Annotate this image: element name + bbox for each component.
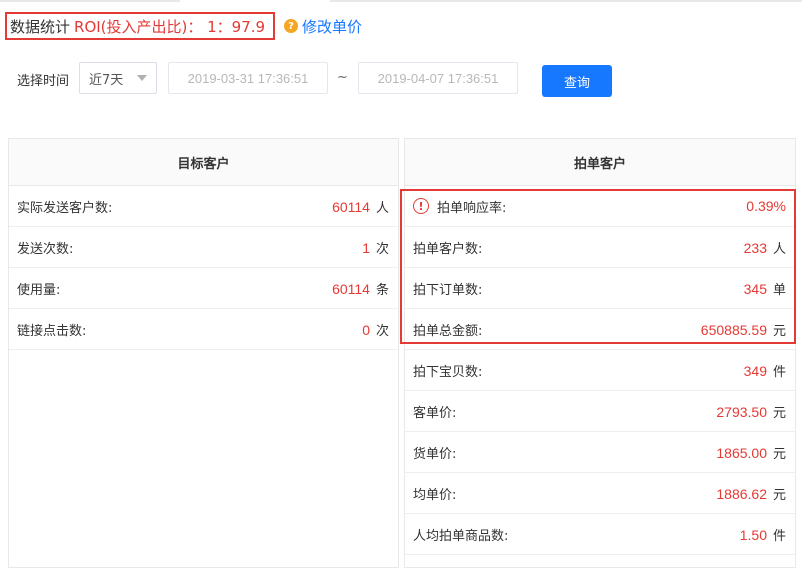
stat-row: ! 拍单响应率: 0.39% xyxy=(405,186,795,227)
panel-title: 目标客户 xyxy=(9,139,398,186)
stat-row: 拍下订单数: 345 单 xyxy=(405,268,795,309)
stat-value: 650885.59 xyxy=(700,321,767,338)
stat-row: 货单价: 1865.00 元 xyxy=(405,432,795,473)
stat-unit: 条 xyxy=(375,282,389,298)
stat-unit: 元 xyxy=(772,323,786,339)
stat-value: 60114 xyxy=(332,280,370,297)
stat-value: 2793.50 xyxy=(716,403,767,420)
stat-value: 1865.00 xyxy=(716,444,767,461)
stat-value: 60114 xyxy=(332,198,370,215)
stat-row: 使用量: 60114 条 xyxy=(9,268,398,309)
stat-unit: 元 xyxy=(772,405,786,421)
stat-value: 1.50 xyxy=(739,526,767,543)
end-date-input[interactable]: 2019-04-07 17:36:51 xyxy=(358,62,518,94)
stat-unit: 次 xyxy=(375,241,389,257)
end-date-value: 2019-04-07 17:36:51 xyxy=(377,70,499,86)
start-date-input[interactable]: 2019-03-31 17:36:51 xyxy=(168,62,328,94)
stat-unit: 件 xyxy=(772,364,786,380)
time-range-select[interactable]: 近7天 xyxy=(79,62,157,94)
time-range-value: 近7天 xyxy=(89,72,124,88)
stat-value: 0.39% xyxy=(746,198,786,214)
exclamation-circle-icon: ! xyxy=(413,198,429,214)
stat-row: 客单价: 2793.50 元 xyxy=(405,391,795,432)
stat-value: 233 xyxy=(743,239,767,256)
order-customers-panel: 拍单客户 ! 拍单响应率: 0.39% 拍单客户数: 233 人 拍下订单数: 34… xyxy=(404,138,796,568)
stat-label: 拍单客户数: xyxy=(413,241,483,257)
stat-label: 均单价: xyxy=(413,487,457,503)
stat-value: 1886.62 xyxy=(716,485,767,502)
stat-unit: 元 xyxy=(772,446,786,462)
stat-label: 货单价: xyxy=(413,446,457,462)
panel-title: 拍单客户 xyxy=(405,139,795,186)
page-title: 数据统计 xyxy=(10,17,71,36)
stat-value: 1 xyxy=(362,239,370,256)
stat-label: 拍下订单数: xyxy=(413,282,483,298)
time-filter-label: 选择时间 xyxy=(17,74,70,89)
stat-label: 客单价: xyxy=(413,405,457,421)
stat-label: 链接点击数: xyxy=(17,323,87,339)
stat-label: 发送次数: xyxy=(17,241,74,257)
stat-unit: 人 xyxy=(772,241,786,257)
question-circle-icon[interactable]: ? xyxy=(284,19,298,33)
stat-unit: 元 xyxy=(772,487,786,503)
target-customers-panel: 目标客户 实际发送客户数: 60114 人 发送次数: 1次 使用量: 60114… xyxy=(8,138,399,568)
start-date-value: 2019-03-31 17:36:51 xyxy=(187,70,309,86)
stat-row: 拍单总金额: 650885.59 元 xyxy=(405,309,795,350)
stat-row: 实际发送客户数: 60114 人 xyxy=(9,186,398,227)
roi-value: ROI(投入产出比)： 1：97.9 xyxy=(74,17,266,36)
stat-label: 实际发送客户数: xyxy=(17,200,113,216)
stat-row: 均单价: 1886.62 元 xyxy=(405,473,795,514)
stat-row: 链接点击数: 0次 xyxy=(9,309,398,350)
stat-label: 拍下宝贝数: xyxy=(413,364,483,380)
edit-unit-price-link[interactable]: 修改单价 xyxy=(302,16,362,37)
stat-value: 349 xyxy=(743,362,767,379)
stat-row: 拍单客户数: 233 人 xyxy=(405,227,795,268)
stat-label: 使用量: xyxy=(17,282,61,298)
stat-unit: 人 xyxy=(375,200,389,216)
stats-title-box: 数据统计 ROI(投入产出比)： 1：97.9 xyxy=(5,12,275,40)
stat-row: 发送次数: 1次 xyxy=(9,227,398,268)
stat-value: 0 xyxy=(362,321,370,338)
stat-unit: 件 xyxy=(772,528,786,544)
stat-label: 拍单总金额: xyxy=(413,323,483,339)
caret-down-icon xyxy=(137,75,147,81)
stat-unit: 次 xyxy=(375,323,389,339)
stat-row: 人均拍单商品数: 1.50 件 xyxy=(405,514,795,555)
stat-value: 345 xyxy=(743,280,767,297)
top-divider xyxy=(0,0,802,2)
stat-unit: 单 xyxy=(772,282,786,298)
stat-label: 人均拍单商品数: xyxy=(413,528,509,544)
query-button[interactable]: 查询 xyxy=(542,65,612,97)
date-separator: ~ xyxy=(337,70,348,85)
stat-row: 拍下宝贝数: 349 件 xyxy=(405,350,795,391)
stat-label: 拍单响应率: xyxy=(437,200,507,216)
